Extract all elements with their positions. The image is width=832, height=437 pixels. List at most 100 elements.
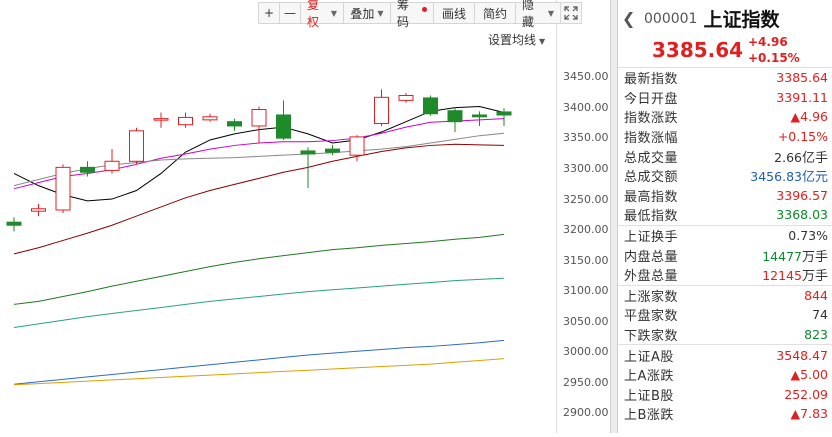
quote-value-wrap: 3368.03 <box>776 207 828 222</box>
quote-unit: 万手 <box>801 249 828 265</box>
y-tick: 3450.00 <box>563 70 609 83</box>
quote-row: 今日开盘 3391.11 <box>618 88 832 108</box>
quote-label: 上涨家数 <box>624 289 679 305</box>
quote-label: 上B涨跌 <box>624 408 674 424</box>
quote-label: 最新指数 <box>624 72 679 88</box>
quote-row: 上证B股 252.09 <box>618 385 832 405</box>
zoom-out-button[interactable]: — <box>279 2 301 24</box>
y-tick: 3350.00 <box>563 131 609 144</box>
quote-value: 2.66 <box>774 149 802 165</box>
quote-group-main: 最新指数 3385.64 今日开盘 3391.11 指数涨跌 ▲4.96 指数涨幅 +0.15… <box>618 68 832 225</box>
quote-value: ▲5.00 <box>790 367 828 383</box>
expand-icon <box>564 6 578 20</box>
y-tick: 3200.00 <box>563 223 609 236</box>
quote-group-turnover: 上证换手 0.73% 内盘总量 14477万手 外盘总量 12145万手 <box>618 224 832 285</box>
quote-label: 上证B股 <box>624 388 674 404</box>
quote-label: 上A涨跌 <box>624 369 674 385</box>
quote-value-wrap: 823 <box>804 327 828 342</box>
caret-down-icon: ▼ <box>377 8 384 18</box>
quote-row: 指数涨幅 +0.15% <box>618 127 832 147</box>
price-change-pct: +0.15% <box>748 51 800 65</box>
quote-value: +0.15% <box>777 129 828 145</box>
chevron-left-icon[interactable]: ❮ <box>622 9 644 28</box>
hide-button[interactable]: 隐藏 ▼ <box>515 0 561 29</box>
quote-unit: 万手 <box>801 269 828 285</box>
candle-down <box>300 150 316 155</box>
quote-group-breadth: 上涨家数 844 平盘家数 74 下跌家数 823 <box>618 284 832 345</box>
quote-label: 总成交量 <box>624 150 679 166</box>
candle-down <box>6 221 22 226</box>
candle-down <box>472 114 487 118</box>
quote-row: 最低指数 3368.03 <box>618 205 832 225</box>
ma-settings-dropdown[interactable]: 设置均线 ▼ <box>488 31 545 48</box>
candle-up <box>202 116 218 121</box>
quote-value: 3396.57 <box>776 187 828 203</box>
draw-line-button[interactable]: 画线 <box>433 2 475 24</box>
quote-label: 上证换手 <box>624 230 679 246</box>
quote-value-wrap: 0.73% <box>788 228 828 243</box>
quote-value-wrap: +0.15% <box>778 129 828 144</box>
quote-value-wrap: 14477万手 <box>762 246 828 265</box>
quote-value-wrap: 3391.11 <box>776 90 828 105</box>
quote-value: 0.73% <box>788 228 828 244</box>
quote-value-wrap: ▲5.00 <box>791 367 828 382</box>
quote-value-wrap: 3396.57 <box>776 188 828 203</box>
quote-value: 3456.83 <box>750 169 802 185</box>
quote-label: 最低指数 <box>624 209 679 225</box>
quote-value-wrap: ▲7.83 <box>791 406 828 421</box>
quote-label: 今日开盘 <box>624 91 679 107</box>
y-tick: 3050.00 <box>563 315 609 328</box>
y-tick: 3100.00 <box>563 284 609 297</box>
notification-dot-icon <box>422 6 427 12</box>
candle-down <box>227 121 242 127</box>
quote-row: 总成交量 2.66亿手 <box>618 146 832 166</box>
price-axis: 3450.00 3400.00 3350.00 3300.00 3250.00 … <box>556 0 611 433</box>
candle-up <box>104 160 120 171</box>
y-tick: 3250.00 <box>563 193 609 206</box>
candle-up <box>55 166 71 211</box>
quote-value: 3391.11 <box>776 89 828 105</box>
fullscreen-button[interactable] <box>560 2 582 24</box>
quote-value: 74 <box>812 307 828 323</box>
quote-label: 内盘总量 <box>624 249 679 265</box>
candle-up <box>374 96 389 125</box>
quote-value-wrap: 844 <box>804 288 828 303</box>
candle-down <box>325 148 340 153</box>
candle-down <box>447 110 463 123</box>
panel-splitter[interactable] <box>610 0 618 433</box>
caret-down-icon: ▼ <box>547 8 554 18</box>
quote-unit: 亿手 <box>801 150 828 166</box>
restore-rights-button[interactable]: 复权 ▼ <box>300 0 344 29</box>
y-tick: 3150.00 <box>563 254 609 267</box>
chips-button[interactable]: 筹码 <box>390 0 434 29</box>
quote-row: 上证换手 0.73% <box>618 226 832 246</box>
current-price: 3385.64 <box>652 38 744 62</box>
quote-row: 最新指数 3385.64 <box>618 68 832 88</box>
stock-name: 上证指数 <box>703 9 780 31</box>
quote-value-wrap: 2.66亿手 <box>774 147 828 166</box>
candle-down <box>496 111 512 116</box>
y-tick: 2950.00 <box>563 376 609 389</box>
minus-icon: — <box>284 6 296 20</box>
zoom-in-button[interactable]: + <box>258 2 280 24</box>
quote-value: 14477 <box>762 248 802 264</box>
overlay-button[interactable]: 叠加 ▼ <box>343 2 391 24</box>
candle-up <box>129 130 144 162</box>
quote-value: 844 <box>804 287 828 303</box>
stock-code: 000001 <box>644 10 698 27</box>
quote-value-wrap: 3456.83亿元 <box>750 166 828 185</box>
caret-down-icon: ▼ <box>330 8 337 18</box>
chart-toolbar: + — 复权 ▼ 叠加 ▼ 筹码 画线 简约 隐藏 ▼ <box>258 0 582 29</box>
quote-label: 指数涨幅 <box>624 131 679 147</box>
ma-line <box>13 233 505 305</box>
y-tick: 3400.00 <box>563 101 609 114</box>
quote-row: 上A涨跌 ▲5.00 <box>618 365 832 385</box>
quote-value: 12145 <box>762 268 802 284</box>
kline-chart[interactable] <box>0 0 556 433</box>
quote-row: 指数涨跌 ▲4.96 <box>618 107 832 127</box>
quote-row: 外盘总量 12145万手 <box>618 265 832 285</box>
simple-mode-button[interactable]: 简约 <box>474 2 516 24</box>
quote-label: 最高指数 <box>624 189 679 205</box>
kline-chart-area[interactable] <box>0 0 556 433</box>
candle-up <box>153 118 169 121</box>
